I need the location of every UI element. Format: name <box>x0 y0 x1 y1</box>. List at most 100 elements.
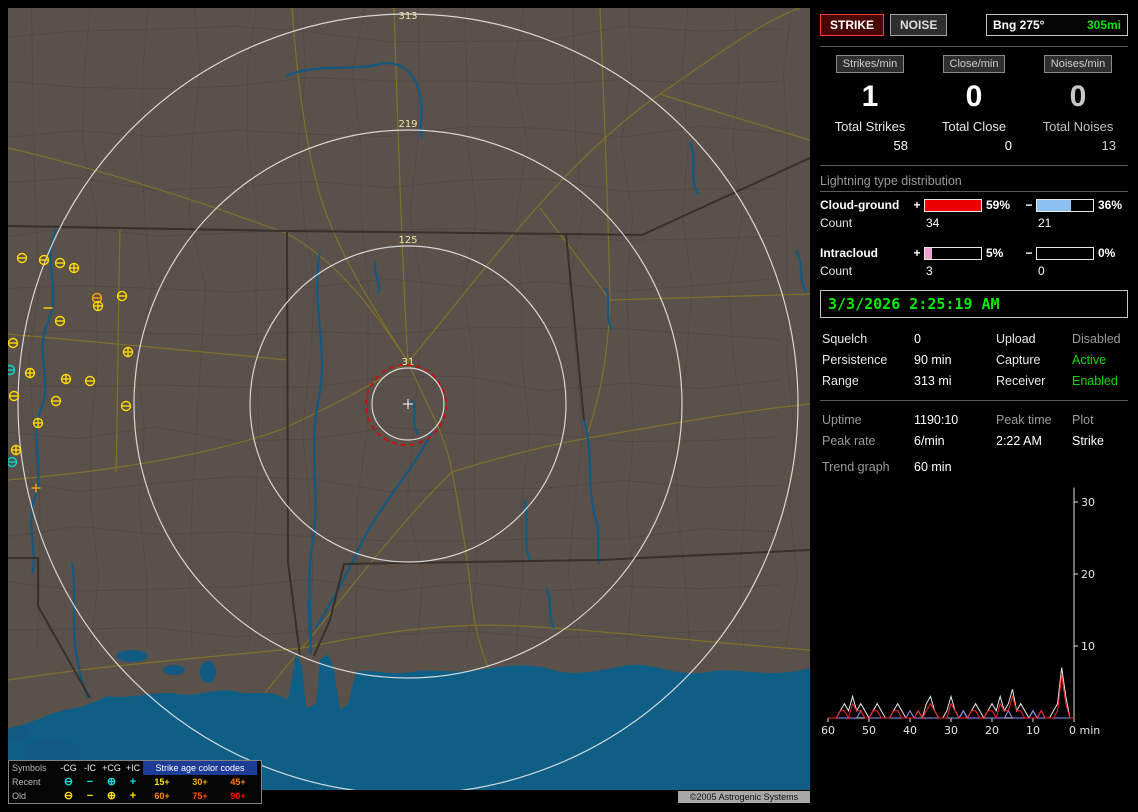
strikes-per-min-value: 1 <box>818 77 922 117</box>
datetime-box: 3/3/2026 2:25:19 AM <box>820 290 1128 318</box>
legend-col-pic: +IC <box>123 761 143 775</box>
peak-rate-label: Peak rate <box>822 434 914 448</box>
close-per-min-value: 0 <box>922 77 1026 117</box>
y-tick-label: 10 <box>1081 640 1095 653</box>
y-tick-label: 30 <box>1081 496 1095 509</box>
strikes-per-min-badge[interactable]: Strikes/min <box>836 55 904 73</box>
strike-symbol <box>124 348 133 357</box>
range-ring-label: 31 <box>402 357 415 368</box>
legend-row-recent: Recent <box>9 775 57 789</box>
x-tick-label: 60 <box>822 724 835 737</box>
noises-per-min-value: 0 <box>1026 77 1130 117</box>
total-noises-label: Total Noises <box>1026 119 1130 134</box>
datetime-value: 3/3/2026 2:25:19 AM <box>828 295 1000 313</box>
trend-series-noises <box>828 711 1074 718</box>
legend-col-pcg: +CG <box>100 761 123 775</box>
age-45: 45+ <box>219 775 257 789</box>
copyright-label: ©2005 Astrogenic Systems <box>678 791 810 803</box>
uptime-value: 1190:10 <box>914 413 996 427</box>
count-label: Count <box>820 216 910 230</box>
control-panel: STRIKE NOISE Bng 275° 305mi Strikes/min … <box>818 8 1130 804</box>
squelch-label: Squelch <box>822 332 914 346</box>
plot-label: Plot <box>1072 413 1126 427</box>
bearing-label: Bng 275° <box>993 18 1044 32</box>
total-strikes-value: 58 <box>818 138 922 153</box>
age-60: 60+ <box>143 789 181 803</box>
bearing-distance: 305mi <box>1087 18 1121 32</box>
age-15: 15+ <box>143 775 181 789</box>
x-tick-label: 50 <box>862 724 876 737</box>
strike-symbol <box>26 369 35 378</box>
cg-negative-count: 21 <box>1036 216 1094 230</box>
trend-graph-value: 60 min <box>914 460 1126 474</box>
minus-sign: − <box>1022 198 1036 212</box>
recent-neg-ic-icon: − <box>80 775 100 789</box>
old-neg-ic-icon: − <box>80 789 100 803</box>
x-tick-label: 10 <box>1026 724 1040 737</box>
receiver-status: Enabled <box>1072 374 1126 388</box>
status-table: Squelch 0 Upload Disabled Persistence 90… <box>822 332 1126 388</box>
ic-positive-pct: 5% <box>982 246 1022 260</box>
strike-symbol <box>62 375 71 384</box>
recent-pos-ic-icon: + <box>123 775 143 789</box>
cloud-ground-label: Cloud-ground <box>820 198 910 212</box>
bearing-readout: Bng 275° 305mi <box>986 14 1128 36</box>
strike-legend: Symbols -CG -IC +CG +IC Strike age color… <box>8 760 262 804</box>
ic-negative-pct: 0% <box>1094 246 1128 260</box>
cg-positive-count: 34 <box>924 216 982 230</box>
upload-status: Disabled <box>1072 332 1126 346</box>
trend-graph-label: Trend graph <box>822 460 914 474</box>
stats-table: Uptime 1190:10 Peak time Plot Peak rate … <box>822 413 1126 448</box>
age-90: 90+ <box>219 789 257 803</box>
upload-label: Upload <box>996 332 1072 346</box>
total-close-value: 0 <box>922 138 1026 153</box>
count-label: Count <box>820 264 910 278</box>
map-area[interactable]: 313 219 125 31 ©2005 Astrogenic Systems Sym… <box>8 8 810 804</box>
range-ring-label: 219 <box>398 119 417 130</box>
cg-negative-pct: 36% <box>1094 198 1128 212</box>
peak-rate-value: 6/min <box>914 434 996 448</box>
squelch-value: 0 <box>914 332 996 346</box>
map-canvas[interactable]: 313 219 125 31 <box>8 8 810 790</box>
range-ring-label: 125 <box>398 235 417 246</box>
ic-positive-bar <box>924 247 982 260</box>
x-tick-label: 40 <box>903 724 917 737</box>
trend-series-strikes-total <box>828 668 1074 718</box>
y-tick-label: 20 <box>1081 568 1095 581</box>
strike-symbol <box>12 446 21 455</box>
noises-per-min-badge[interactable]: Noises/min <box>1044 55 1112 73</box>
x-tick-label: 30 <box>944 724 958 737</box>
recent-pos-cg-icon: ⊕ <box>100 775 123 789</box>
total-strikes-label: Total Strikes <box>818 119 922 134</box>
x-tick-label: 0 min <box>1069 724 1100 737</box>
legend-col-nic: -IC <box>80 761 100 775</box>
range-ring-label: 313 <box>398 11 417 22</box>
persistence-label: Persistence <box>822 353 914 367</box>
strike-symbol <box>94 302 103 311</box>
capture-status: Active <box>1072 353 1126 367</box>
old-pos-cg-icon: ⊕ <box>100 789 123 803</box>
strike-button[interactable]: STRIKE <box>820 14 884 36</box>
intracloud-label: Intracloud <box>820 246 910 260</box>
range-label: Range <box>822 374 914 388</box>
ic-negative-bar <box>1036 247 1094 260</box>
peak-time-value: 2:22 AM <box>996 434 1072 448</box>
ic-positive-count: 3 <box>924 264 982 278</box>
app-window: { "map": { "center": {"x": 400, "y": 396… <box>0 0 1138 812</box>
distribution-title: Lightning type distribution <box>820 174 1128 188</box>
cg-positive-pct: 59% <box>982 198 1022 212</box>
noise-button[interactable]: NOISE <box>890 14 947 36</box>
cg-positive-bar <box>924 199 982 212</box>
legend-row-old: Old <box>9 789 57 803</box>
divider <box>820 400 1128 401</box>
plus-sign: + <box>910 198 924 212</box>
close-per-min-badge[interactable]: Close/min <box>943 55 1006 73</box>
legend-symbols-title: Symbols <box>9 761 57 775</box>
minus-sign: − <box>1022 246 1036 260</box>
legend-age-title: Strike age color codes <box>143 761 257 775</box>
old-neg-cg-icon: ⊖ <box>57 789 80 803</box>
peak-time-label: Peak time <box>996 413 1072 427</box>
divider <box>820 165 1128 166</box>
uptime-label: Uptime <box>822 413 914 427</box>
total-noises-value: 13 <box>1026 138 1130 153</box>
